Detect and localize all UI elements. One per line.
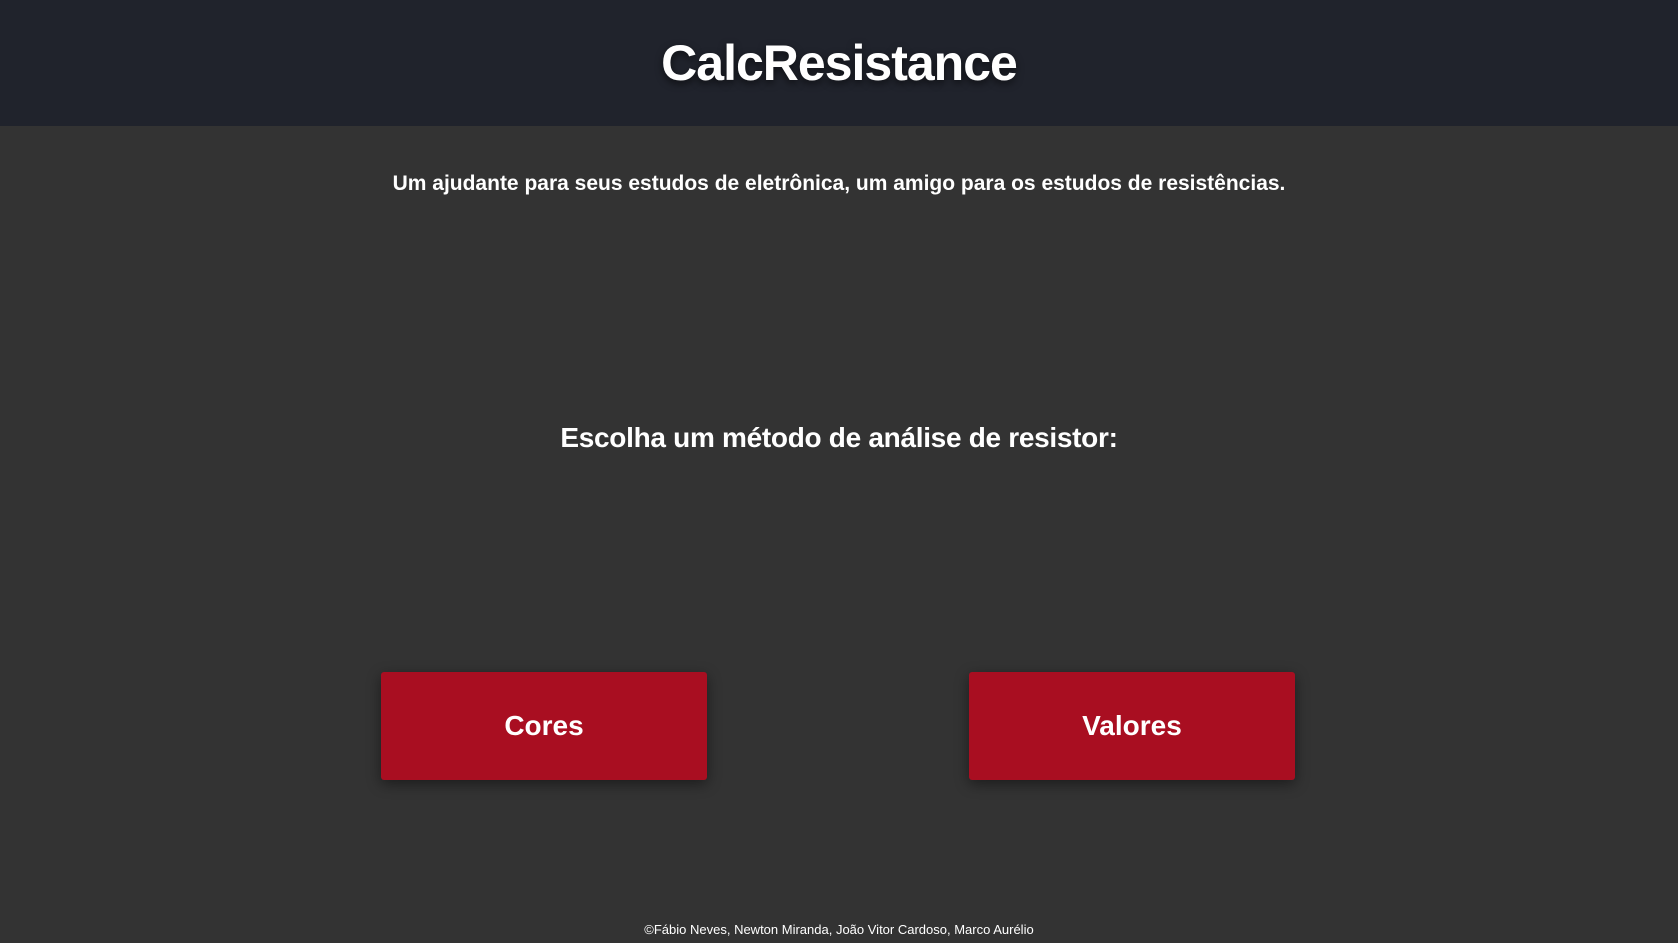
cores-button[interactable]: Cores (381, 672, 707, 780)
footer-credits: ©Fábio Neves, Newton Miranda, João Vitor… (644, 922, 1034, 937)
method-prompt: Escolha um método de análise de resistor… (560, 422, 1118, 453)
valores-button[interactable]: Valores (969, 672, 1295, 780)
app-title: CalcResistance (661, 35, 1018, 91)
page: CalcResistance Um ajudante para seus est… (0, 0, 1678, 943)
tagline: Um ajudante para seus estudos de eletrôn… (392, 172, 1286, 195)
header: CalcResistance (0, 0, 1678, 126)
